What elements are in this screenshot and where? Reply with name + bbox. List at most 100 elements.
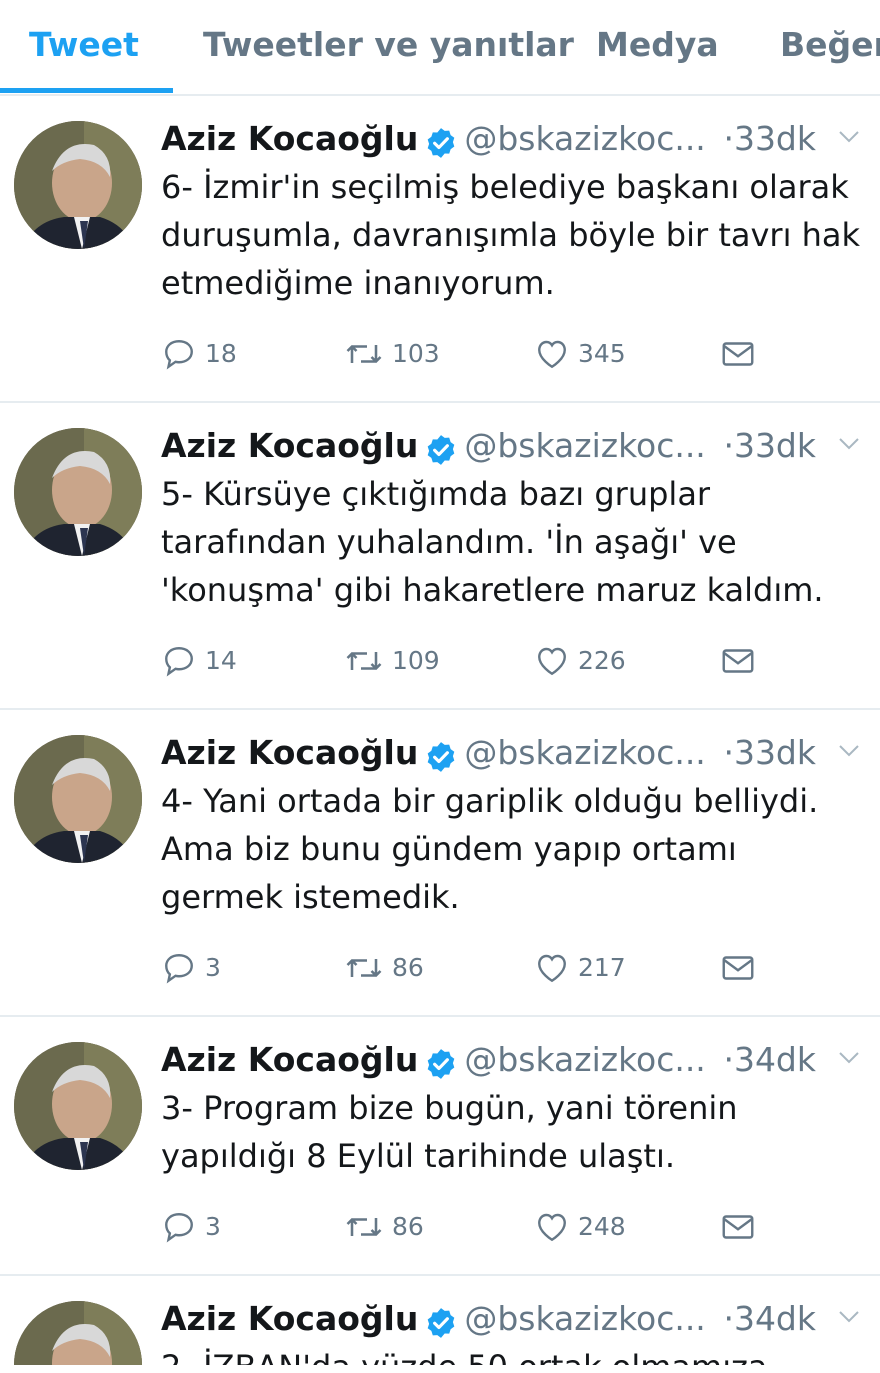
direct-message-button[interactable] (720, 642, 764, 678)
retweet-count: 86 (392, 1212, 424, 1241)
tweet-header: Aziz Kocaoğlu @bskazizkoc... ·33dk (161, 422, 866, 470)
retweet-button[interactable]: 103 (344, 335, 440, 371)
chevron-down-icon[interactable] (838, 437, 860, 451)
like-count: 226 (578, 646, 626, 675)
retweet-button[interactable]: 86 (344, 949, 424, 985)
tweet-text: 6- İzmir'in seçilmiş belediye başkanı ol… (161, 168, 861, 302)
retweet-icon (346, 1218, 382, 1236)
heart-icon (538, 954, 566, 983)
reply-count: 3 (205, 1212, 221, 1241)
like-button[interactable]: 217 (534, 949, 626, 985)
tweet-header: Aziz Kocaoğlu @bskazizkoc... ·34dk (161, 1295, 866, 1343)
tab-media[interactable]: Medya (596, 0, 719, 92)
tweet-header: Aziz Kocaoğlu @bskazizkoc... ·33dk (161, 729, 866, 777)
author-name[interactable]: Aziz Kocaoğlu (161, 426, 418, 465)
author-name[interactable]: Aziz Kocaoğlu (161, 1299, 418, 1338)
active-tab-indicator (0, 88, 173, 93)
tweet-timestamp[interactable]: ·34dk (723, 1295, 816, 1343)
reply-count: 18 (205, 339, 237, 368)
verified-badge-icon (428, 1048, 455, 1079)
chevron-down-icon[interactable] (838, 130, 860, 144)
avatar[interactable] (14, 1301, 142, 1365)
avatar[interactable] (14, 428, 142, 556)
author-name[interactable]: Aziz Kocaoğlu (161, 119, 418, 158)
envelope-icon (722, 956, 754, 980)
tweet[interactable]: Aziz Kocaoğlu @bskazizkoc... ·33dk 5- Kür… (0, 403, 880, 710)
like-count: 217 (578, 953, 626, 982)
retweet-icon (346, 959, 382, 977)
retweet-count: 109 (392, 646, 440, 675)
profile-tabs: Tweet Tweetler ve yanıtlar Medya Beğenil… (0, 0, 880, 96)
tweet-text: 3- Program bize bugün, yani törenin yapı… (161, 1089, 738, 1175)
like-button[interactable]: 345 (534, 335, 626, 371)
tweet[interactable]: Aziz Kocaoğlu @bskazizkoc... ·34dk 3- Pro… (0, 1017, 880, 1276)
reply-count: 3 (205, 953, 221, 982)
reply-icon (165, 954, 193, 984)
direct-message-button[interactable] (720, 949, 764, 985)
tab-likes[interactable]: Beğeniler (780, 0, 880, 92)
avatar[interactable] (14, 121, 142, 249)
like-count: 345 (578, 339, 626, 368)
verified-badge-icon (428, 1307, 455, 1338)
tab-tweets-and-replies[interactable]: Tweetler ve yanıtlar (203, 0, 574, 92)
tweet-header: Aziz Kocaoğlu @bskazizkoc... ·34dk (161, 1036, 866, 1084)
retweet-button[interactable]: 109 (344, 642, 440, 678)
avatar[interactable] (14, 735, 142, 863)
like-button[interactable]: 248 (534, 1208, 626, 1244)
tweet-actions: 3 86 248 (161, 1180, 866, 1274)
heart-icon (538, 1213, 566, 1242)
reply-icon (165, 647, 193, 677)
envelope-icon (722, 1215, 754, 1239)
author-handle[interactable]: @bskazizkoc... (464, 1040, 705, 1079)
verified-badge-icon (428, 434, 455, 465)
author-handle[interactable]: @bskazizkoc... (464, 1299, 705, 1338)
tweet-text: 5- Kürsüye çıktığımda bazı gruplar taraf… (161, 475, 824, 609)
avatar[interactable] (14, 1042, 142, 1170)
tweet[interactable]: Aziz Kocaoğlu @bskazizkoc... ·33dk 4- Yan… (0, 710, 880, 1017)
reply-button[interactable]: 18 (161, 335, 237, 371)
heart-icon (538, 340, 566, 369)
chevron-down-icon[interactable] (838, 1310, 860, 1324)
author-handle[interactable]: @bskazizkoc... (464, 119, 705, 158)
reply-button[interactable]: 3 (161, 1208, 221, 1244)
reply-icon (165, 340, 193, 370)
direct-message-button[interactable] (720, 335, 764, 371)
tweet-text: 4- Yani ortada bir gariplik olduğu belli… (161, 782, 819, 916)
verified-badge-icon (428, 127, 455, 158)
retweet-button[interactable]: 86 (344, 1208, 424, 1244)
like-button[interactable]: 226 (534, 642, 626, 678)
heart-icon (538, 647, 566, 676)
reply-count: 14 (205, 646, 237, 675)
reply-button[interactable]: 3 (161, 949, 221, 985)
tweet-timestamp[interactable]: ·34dk (723, 1036, 816, 1084)
tweet-timeline: Aziz Kocaoğlu @bskazizkoc... ·33dk 6- İzm… (0, 96, 880, 1365)
direct-message-button[interactable] (720, 1208, 764, 1244)
like-count: 248 (578, 1212, 626, 1241)
author-handle[interactable]: @bskazizkoc... (464, 733, 705, 772)
tweet-timestamp[interactable]: ·33dk (723, 115, 816, 163)
envelope-icon (722, 342, 754, 366)
tweet-timestamp[interactable]: ·33dk (723, 422, 816, 470)
author-name[interactable]: Aziz Kocaoğlu (161, 733, 418, 772)
chevron-down-icon[interactable] (838, 1051, 860, 1065)
retweet-icon (346, 345, 382, 363)
reply-icon (165, 1213, 193, 1243)
tab-tweets[interactable]: Tweet (29, 0, 139, 92)
author-handle[interactable]: @bskazizkoc... (464, 426, 705, 465)
tweet-actions: 14 109 226 (161, 614, 866, 708)
tweet[interactable]: Aziz Kocaoğlu @bskazizkoc... ·34dk 2- İZB… (0, 1276, 880, 1365)
tweet[interactable]: Aziz Kocaoğlu @bskazizkoc... ·33dk 6- İzm… (0, 96, 880, 403)
envelope-icon (722, 649, 754, 673)
retweet-icon (346, 652, 382, 670)
reply-button[interactable]: 14 (161, 642, 237, 678)
verified-badge-icon (428, 741, 455, 772)
tweet-header: Aziz Kocaoğlu @bskazizkoc... ·33dk (161, 115, 866, 163)
tweet-actions: 3 86 217 (161, 921, 866, 1015)
chevron-down-icon[interactable] (838, 744, 860, 758)
retweet-count: 86 (392, 953, 424, 982)
retweet-count: 103 (392, 339, 440, 368)
tweet-text: 2- İZBAN'da yüzde 50 ortak olmamıza (161, 1343, 866, 1365)
tweet-timestamp[interactable]: ·33dk (723, 729, 816, 777)
author-name[interactable]: Aziz Kocaoğlu (161, 1040, 418, 1079)
tweet-actions: 18 103 345 (161, 307, 866, 401)
